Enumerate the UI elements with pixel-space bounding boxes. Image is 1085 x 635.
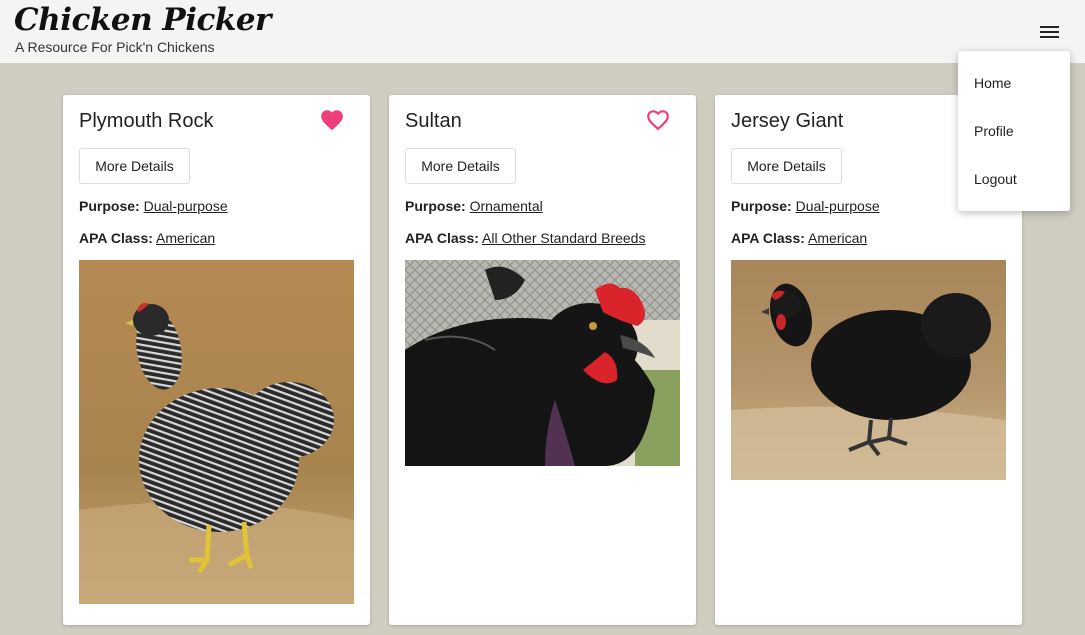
- breed-photo: [79, 260, 354, 604]
- menu-item-profile[interactable]: Profile: [974, 123, 1014, 139]
- apa-class-label: APA Class:: [405, 230, 479, 246]
- apa-class-label: APA Class:: [79, 230, 153, 246]
- breed-card: Plymouth Rock More Details Purpose: Dual…: [63, 95, 370, 625]
- breed-photo: [405, 260, 680, 466]
- purpose-link[interactable]: Ornamental: [470, 198, 543, 214]
- breed-card: Sultan More Details Purpose: Ornamental …: [389, 95, 696, 625]
- apa-class-link[interactable]: American: [156, 230, 215, 246]
- hamburger-menu-icon[interactable]: [1036, 20, 1064, 44]
- purpose-row: Purpose: Ornamental: [405, 198, 543, 214]
- menu-item-home[interactable]: Home: [974, 75, 1011, 91]
- purpose-label: Purpose:: [405, 198, 466, 214]
- heart-filled-icon[interactable]: [319, 107, 345, 133]
- breed-name: Plymouth Rock: [79, 110, 214, 132]
- more-details-button[interactable]: More Details: [731, 148, 842, 184]
- app-header: Chicken Picker A Resource For Pick'n Chi…: [0, 0, 1085, 63]
- apa-class-row: APA Class: American: [731, 230, 867, 246]
- apa-class-row: APA Class: American: [79, 230, 215, 246]
- apa-class-row: APA Class: All Other Standard Breeds: [405, 230, 645, 246]
- app-subtitle: A Resource For Pick'n Chickens: [15, 39, 215, 55]
- nav-dropdown-menu: Home Profile Logout: [958, 51, 1070, 211]
- purpose-row: Purpose: Dual-purpose: [731, 198, 880, 214]
- purpose-link[interactable]: Dual-purpose: [144, 198, 228, 214]
- breed-photo: [731, 260, 1006, 480]
- purpose-label: Purpose:: [731, 198, 792, 214]
- menu-item-logout[interactable]: Logout: [974, 171, 1017, 187]
- more-details-button[interactable]: More Details: [79, 148, 190, 184]
- breed-name: Jersey Giant: [731, 110, 844, 132]
- purpose-row: Purpose: Dual-purpose: [79, 198, 228, 214]
- apa-class-link[interactable]: American: [808, 230, 867, 246]
- purpose-label: Purpose:: [79, 198, 140, 214]
- apa-class-link[interactable]: All Other Standard Breeds: [482, 230, 645, 246]
- more-details-button[interactable]: More Details: [405, 148, 516, 184]
- breed-name: Sultan: [405, 110, 462, 132]
- purpose-link[interactable]: Dual-purpose: [796, 198, 880, 214]
- app-title[interactable]: Chicken Picker: [14, 2, 271, 38]
- heart-outline-icon[interactable]: [645, 107, 671, 133]
- apa-class-label: APA Class:: [731, 230, 805, 246]
